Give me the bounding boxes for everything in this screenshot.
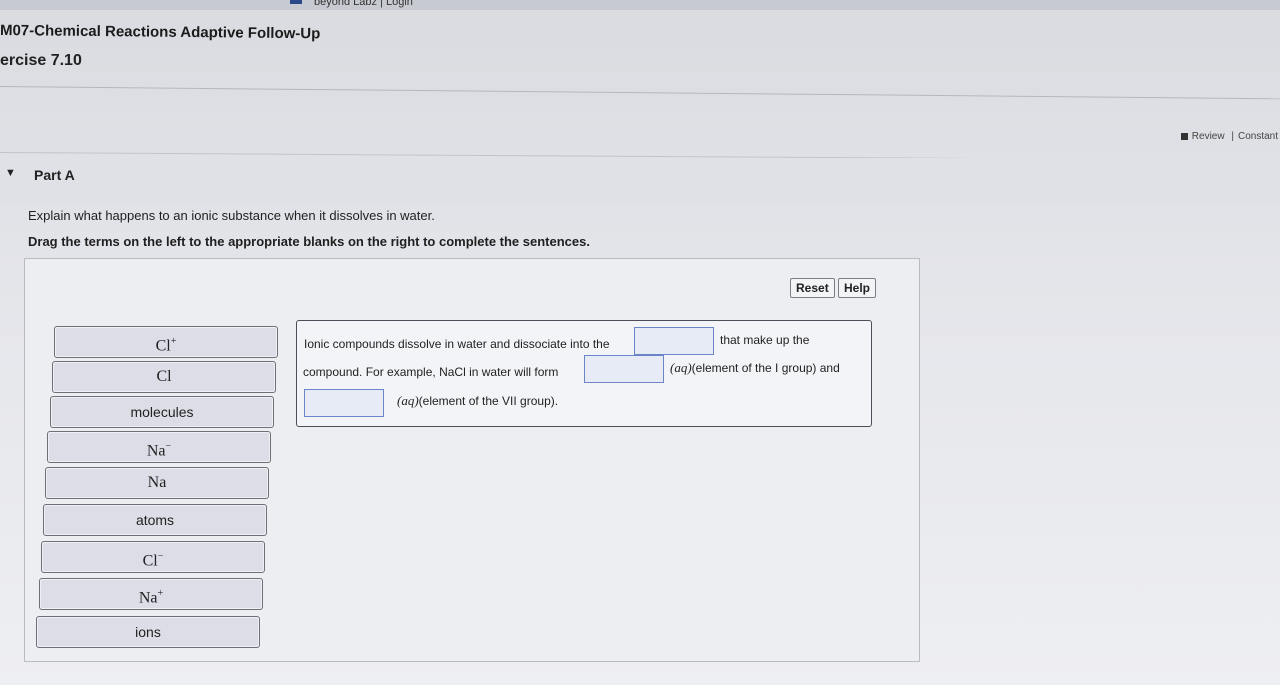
drop-blank-2[interactable] (584, 355, 664, 383)
top-bar (0, 0, 1280, 10)
term-atoms[interactable]: atoms (43, 504, 267, 536)
sentence-1-part-2: that make up the (720, 333, 810, 347)
sentence-2-part-1: compound. For example, NaCl in water wil… (303, 365, 559, 379)
assignment-title: M07-Chemical Reactions Adaptive Follow-U… (0, 22, 321, 43)
part-header[interactable] (0, 158, 1280, 202)
constants-link[interactable]: Constant (1238, 131, 1278, 142)
collapse-caret-icon[interactable]: ▼ (5, 167, 16, 179)
login-link[interactable]: beyond Labz | Login (314, 0, 413, 8)
term-na-minus[interactable]: Na− (47, 431, 271, 463)
review-constants-links: Review | Constant (1180, 131, 1278, 142)
link-separator: | (1231, 131, 1234, 142)
term-cl-plus[interactable]: Cl+ (54, 326, 278, 358)
logo-square-icon (290, 0, 302, 4)
reset-button[interactable]: Reset (790, 278, 835, 298)
part-title: Part A (34, 167, 75, 183)
drop-blank-1[interactable] (634, 327, 714, 355)
term-cl-minus[interactable]: Cl− (41, 541, 265, 573)
term-na-plus[interactable]: Na+ (39, 578, 263, 610)
term-ions[interactable]: ions (36, 616, 260, 648)
term-molecules[interactable]: molecules (50, 396, 274, 428)
exercise-title: ercise 7.10 (0, 52, 82, 69)
question-text: Explain what happens to an ionic substan… (28, 208, 435, 223)
sentence-1-part-1: Ionic compounds dissolve in water and di… (304, 337, 610, 351)
review-link[interactable]: Review (1192, 131, 1225, 142)
review-icon (1180, 132, 1188, 140)
sentence-2-part-2: (aq)(element of the I group) and (670, 360, 840, 375)
instructions-text: Drag the terms on the left to the approp… (28, 234, 590, 249)
drop-blank-3[interactable] (304, 389, 384, 417)
term-cl[interactable]: Cl (52, 361, 276, 393)
term-na[interactable]: Na (45, 467, 269, 499)
help-button[interactable]: Help (838, 278, 877, 298)
sentence-3: (aq)(element of the VII group). (397, 393, 559, 408)
divider (0, 86, 1280, 100)
